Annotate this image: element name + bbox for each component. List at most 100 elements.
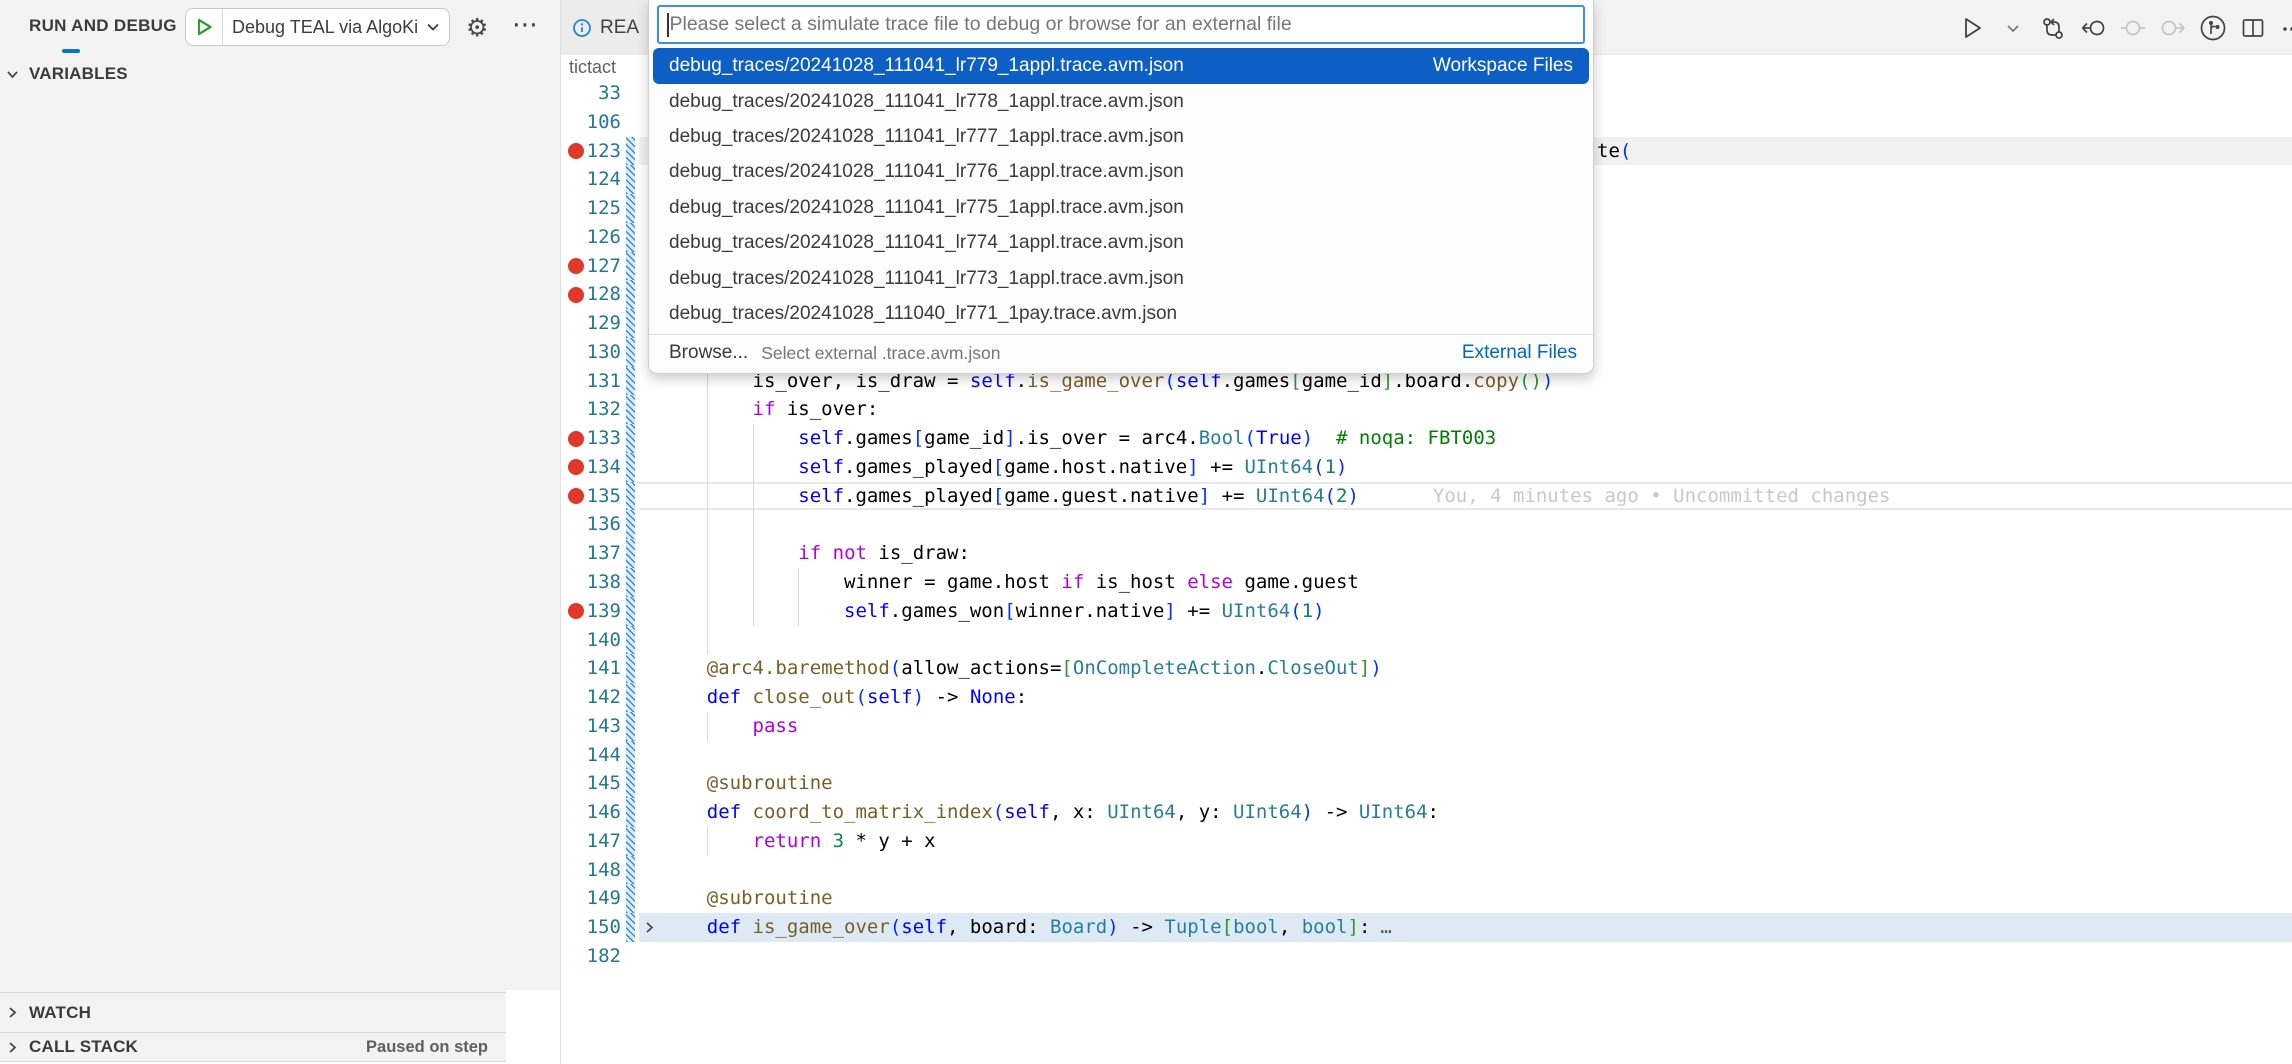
start-debug-button[interactable] bbox=[186, 9, 223, 45]
indent-guide bbox=[707, 510, 708, 539]
graph-icon[interactable] bbox=[2199, 13, 2227, 43]
line-number: 138 bbox=[565, 568, 621, 597]
quickpick-item-6[interactable]: debug_traces/20241028_111041_lr773_1appl… bbox=[649, 261, 1593, 296]
quickpick-list: debug_traces/20241028_111041_lr779_1appl… bbox=[649, 48, 1593, 332]
more-icon[interactable] bbox=[2279, 13, 2292, 43]
line-number: 125 bbox=[565, 194, 621, 223]
code-line-146[interactable]: 146 def coord_to_matrix_index(self, x: U… bbox=[561, 798, 2292, 827]
line-number: 145 bbox=[565, 769, 621, 798]
overflowing-code-fragment: te( bbox=[1597, 137, 1631, 166]
code-line-139[interactable]: 139 self.games_won[winner.native] += UIn… bbox=[561, 597, 2292, 626]
line-number: 131 bbox=[565, 367, 621, 396]
line-number: 124 bbox=[565, 165, 621, 194]
indent-guide bbox=[707, 626, 708, 655]
state-next-icon[interactable] bbox=[2159, 13, 2187, 43]
code-text: @arc4.baremethod(allow_actions=[OnComple… bbox=[661, 654, 1382, 683]
play-icon[interactable] bbox=[1959, 13, 1987, 43]
modified-lines-gutter-stripe bbox=[626, 194, 635, 223]
modified-lines-gutter-stripe bbox=[626, 510, 635, 539]
code-line-138[interactable]: 138 winner = game.host if is_host else g… bbox=[561, 568, 2292, 597]
browse-external-item[interactable]: Browse... Select external .trace.avm.jso… bbox=[649, 335, 1593, 372]
item-label: debug_traces/20241028_111040_lr771_1pay.… bbox=[669, 303, 1177, 325]
line-number: 129 bbox=[565, 309, 621, 338]
sidebar-scrollbar-track[interactable] bbox=[506, 990, 560, 1064]
code-line-134[interactable]: 134 self.games_played[game.host.native] … bbox=[561, 453, 2292, 482]
code-line-141[interactable]: 141 @arc4.baremethod(allow_actions=[OnCo… bbox=[561, 654, 2292, 683]
code-text: def close_out(self) -> None: bbox=[661, 683, 1027, 712]
code-text: pass bbox=[661, 712, 798, 741]
code-line-148[interactable]: 148 bbox=[561, 856, 2292, 885]
line-number: 106 bbox=[565, 108, 621, 137]
quickpick-item-2[interactable]: debug_traces/20241028_111041_lr777_1appl… bbox=[649, 119, 1593, 154]
modified-lines-gutter-stripe bbox=[626, 395, 635, 424]
breadcrumb[interactable]: tictact bbox=[569, 57, 616, 78]
line-number: 141 bbox=[565, 654, 621, 683]
variables-section-header[interactable]: VARIABLES bbox=[0, 58, 560, 90]
modified-lines-gutter-stripe bbox=[626, 309, 635, 338]
modified-lines-gutter-stripe bbox=[626, 453, 635, 482]
state-prev-icon[interactable] bbox=[2119, 13, 2147, 43]
line-number: 128 bbox=[565, 280, 621, 309]
chevron-right-icon bbox=[5, 1005, 20, 1020]
code-line-142[interactable]: 142 def close_out(self) -> None: bbox=[561, 683, 2292, 712]
modified-lines-gutter-stripe bbox=[626, 424, 635, 453]
code-text: @subroutine bbox=[661, 884, 833, 913]
item-label: debug_traces/20241028_111041_lr777_1appl… bbox=[669, 126, 1184, 148]
line-number: 130 bbox=[565, 338, 621, 367]
item-label: debug_traces/20241028_111041_lr773_1appl… bbox=[669, 268, 1184, 290]
quickpick-item-3[interactable]: debug_traces/20241028_111041_lr776_1appl… bbox=[649, 155, 1593, 190]
code-line-140[interactable]: 140 bbox=[561, 626, 2292, 655]
chevron-down-icon bbox=[5, 67, 20, 82]
modified-lines-gutter-stripe bbox=[626, 856, 635, 885]
line-number: 126 bbox=[565, 223, 621, 252]
code-line-132[interactable]: 132 if is_over: bbox=[561, 395, 2292, 424]
debug-toolbar bbox=[1959, 0, 2292, 55]
code-line-144[interactable]: 144 bbox=[561, 741, 2292, 770]
folded-code-ellipsis[interactable]: … bbox=[1380, 916, 1391, 938]
chevron-down-icon[interactable] bbox=[1999, 13, 2027, 43]
watch-section-header[interactable]: WATCH bbox=[0, 992, 560, 1032]
split-editor-icon[interactable] bbox=[2239, 13, 2267, 43]
quickpick-item-1[interactable]: debug_traces/20241028_111041_lr778_1appl… bbox=[649, 84, 1593, 119]
quickpick-item-5[interactable]: debug_traces/20241028_111041_lr774_1appl… bbox=[649, 226, 1593, 261]
modified-lines-gutter-stripe bbox=[626, 252, 635, 281]
code-line-145[interactable]: 145 @subroutine bbox=[561, 769, 2292, 798]
line-number: 140 bbox=[565, 626, 621, 655]
views-more-icon[interactable]: ⋯ bbox=[512, 10, 538, 40]
code-line-182[interactable]: 182 bbox=[561, 942, 2292, 971]
tab-label: REA bbox=[600, 17, 639, 39]
code-line-150[interactable]: 150 def is_game_over(self, board: Board)… bbox=[561, 913, 2292, 942]
modified-lines-gutter-stripe bbox=[626, 798, 635, 827]
modified-lines-gutter-stripe bbox=[626, 482, 635, 511]
code-line-135[interactable]: 135 self.games_played[game.guest.native]… bbox=[561, 482, 2292, 511]
quickpick-item-7[interactable]: debug_traces/20241028_111040_lr771_1pay.… bbox=[649, 296, 1593, 331]
launch-config-label: Debug TEAL via AlgoKi bbox=[223, 17, 424, 38]
modified-lines-gutter-stripe bbox=[626, 884, 635, 913]
code-line-137[interactable]: 137 if not is_draw: bbox=[561, 539, 2292, 568]
code-line-136[interactable]: 136 bbox=[561, 510, 2292, 539]
quickpick-item-4[interactable]: debug_traces/20241028_111041_lr775_1appl… bbox=[649, 190, 1593, 225]
route-icon[interactable] bbox=[2039, 13, 2067, 43]
chevron-right-icon bbox=[5, 1040, 20, 1055]
step-back-icon[interactable] bbox=[2079, 13, 2107, 43]
code-line-143[interactable]: 143 pass bbox=[561, 712, 2292, 741]
quickpick-widget: Please select a simulate trace file to d… bbox=[648, 0, 1594, 374]
trace-file-input[interactable]: Please select a simulate trace file to d… bbox=[657, 5, 1585, 44]
fold-chevron-icon[interactable] bbox=[639, 916, 659, 938]
modified-lines-gutter-stripe bbox=[626, 913, 635, 942]
modified-lines-gutter-stripe bbox=[626, 597, 635, 626]
gear-icon[interactable]: ⚙ bbox=[466, 13, 488, 42]
external-files-link[interactable]: External Files bbox=[1462, 342, 1577, 364]
tab-readme[interactable]: REA bbox=[561, 0, 651, 55]
code-text: self.games[game_id].is_over = arc4.Bool(… bbox=[661, 424, 1496, 453]
line-number: 147 bbox=[565, 827, 621, 856]
quickpick-item-0[interactable]: debug_traces/20241028_111041_lr779_1appl… bbox=[653, 48, 1589, 84]
launch-config-dropdown[interactable]: Debug TEAL via AlgoKi bbox=[185, 8, 450, 46]
code-line-133[interactable]: 133 self.games[game_id].is_over = arc4.B… bbox=[561, 424, 2292, 453]
code-line-149[interactable]: 149 @subroutine bbox=[561, 884, 2292, 913]
call-stack-section-header[interactable]: CALL STACK Paused on step bbox=[0, 1032, 560, 1061]
modified-lines-gutter-stripe bbox=[626, 137, 635, 166]
code-line-147[interactable]: 147 return 3 * y + x bbox=[561, 827, 2292, 856]
debug-session-progress-bar bbox=[62, 49, 80, 53]
modified-lines-gutter-stripe bbox=[626, 367, 635, 396]
